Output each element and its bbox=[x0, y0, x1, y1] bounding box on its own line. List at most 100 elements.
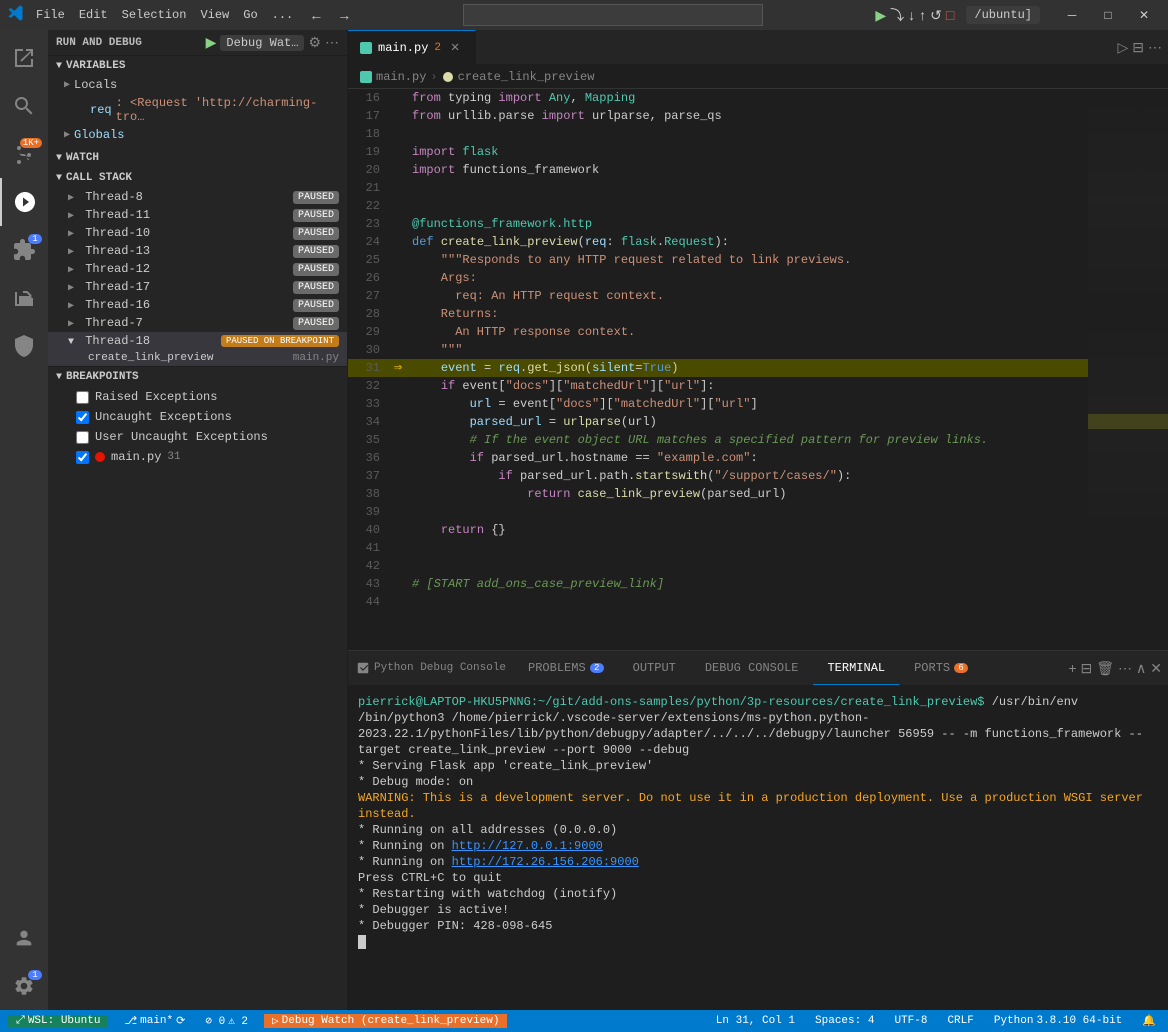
debug-stop-button[interactable]: □ bbox=[946, 7, 954, 23]
trash-terminal-button[interactable]: 🗑 bbox=[1096, 660, 1114, 677]
close-button[interactable]: ✕ bbox=[1128, 4, 1160, 26]
thread-thread-13[interactable]: ▶ Thread-13PAUSED bbox=[48, 242, 347, 260]
more-actions-button[interactable]: ⋯ bbox=[1148, 39, 1162, 56]
debug-step-into-button[interactable]: ↓ bbox=[908, 7, 915, 23]
maximize-button[interactable]: □ bbox=[1092, 4, 1124, 26]
split-editor-button[interactable]: ⊟ bbox=[1132, 39, 1144, 56]
minimize-button[interactable]: ─ bbox=[1056, 4, 1088, 26]
breakpoints-header[interactable]: ▼ BREAKPOINTS bbox=[48, 367, 347, 387]
bp-raised-checkbox[interactable] bbox=[76, 391, 89, 404]
activity-testing[interactable] bbox=[0, 274, 48, 322]
status-encoding[interactable]: UTF-8 bbox=[890, 1015, 931, 1027]
panel-tabs: Python Debug Console PROBLEMS 2 OUTPUT D… bbox=[348, 651, 1168, 686]
status-bar: ⤢ WSL: Ubuntu ⎇ main* ⟳ ⊘ 0 ⚠ 2 ▷ Debug … bbox=[0, 1010, 1168, 1032]
bp-uncaught-checkbox[interactable] bbox=[76, 411, 89, 424]
menu-selection[interactable]: Selection bbox=[122, 8, 187, 22]
title-bar: File Edit Selection View Go ... ← → ▶ ⤵ … bbox=[0, 0, 1168, 30]
stack-frame-active[interactable]: create_link_preview main.py bbox=[48, 350, 347, 366]
thread-thread-7[interactable]: ▶ Thread-7PAUSED bbox=[48, 314, 347, 332]
thread-thread-10[interactable]: ▶ Thread-10PAUSED bbox=[48, 224, 347, 242]
code-line-30: 30 """ bbox=[348, 341, 1088, 359]
code-line-16: 16from typing import Any, Mapping bbox=[348, 89, 1088, 107]
thread-18[interactable]: ▼ Thread-18 PAUSED ON BREAKPOINT bbox=[48, 332, 347, 350]
locals-header[interactable]: ▶ Locals bbox=[48, 76, 347, 94]
status-wsl[interactable]: ⤢ WSL: Ubuntu bbox=[8, 1015, 108, 1027]
split-terminal-button[interactable]: ⊟ bbox=[1081, 660, 1093, 677]
terminal-content[interactable]: pierrick@LAPTOP-HKU5PNNG:~/git/add-ons-s… bbox=[348, 686, 1168, 1010]
status-branch[interactable]: ⎇ main* ⟳ bbox=[120, 1014, 189, 1028]
bp-uncaught-exceptions[interactable]: Uncaught Exceptions bbox=[48, 407, 347, 427]
status-bell[interactable]: 🔔 bbox=[1138, 1014, 1160, 1028]
panel-tab-output[interactable]: OUTPUT bbox=[619, 651, 691, 685]
thread-thread-17[interactable]: ▶ Thread-17PAUSED bbox=[48, 278, 347, 296]
more-terminal-button[interactable]: ⋯ bbox=[1118, 660, 1132, 677]
thread-thread-12[interactable]: ▶ Thread-12PAUSED bbox=[48, 260, 347, 278]
term-line-8: * Restarting with watchdog (inotify) bbox=[358, 886, 1158, 902]
call-stack-header[interactable]: ▼ CALL STACK bbox=[48, 168, 347, 188]
run-tab-button[interactable]: ▷ bbox=[1117, 39, 1128, 56]
status-line-col[interactable]: Ln 31, Col 1 bbox=[712, 1015, 799, 1027]
activity-accounts[interactable] bbox=[0, 914, 48, 962]
terminal-label: Python Debug Console bbox=[348, 651, 514, 685]
activity-remote[interactable] bbox=[0, 322, 48, 370]
status-debug[interactable]: ▷ Debug Watch (create_link_preview) bbox=[264, 1014, 507, 1028]
nav-back-button[interactable]: ← bbox=[305, 5, 327, 25]
code-line-29: 29 An HTTP response context. bbox=[348, 323, 1088, 341]
menu-go[interactable]: Go bbox=[243, 8, 257, 22]
breadcrumb-file[interactable]: main.py bbox=[376, 70, 426, 84]
maximize-panel-button[interactable]: ∧ bbox=[1136, 660, 1146, 677]
code-line-36: 36 if parsed_url.hostname == "example.co… bbox=[348, 449, 1088, 467]
command-search[interactable] bbox=[463, 4, 763, 26]
panel-tab-debug-console[interactable]: DEBUG CONSOLE bbox=[691, 651, 814, 685]
panel-tab-terminal[interactable]: TERMINAL bbox=[813, 651, 900, 685]
activity-search[interactable] bbox=[0, 82, 48, 130]
activity-explorer[interactable] bbox=[0, 34, 48, 82]
term-cursor-line bbox=[358, 934, 1158, 950]
activity-extensions[interactable]: 1 bbox=[0, 226, 48, 274]
panel-tab-ports[interactable]: PORTS 6 bbox=[900, 651, 983, 685]
thread-thread-11[interactable]: ▶ Thread-11PAUSED bbox=[48, 206, 347, 224]
debug-config-label[interactable]: Debug Wat… bbox=[220, 35, 304, 51]
watch-header[interactable]: ▼ WATCH bbox=[48, 148, 347, 168]
editor-area: main.py 2 ✕ ▷ ⊟ ⋯ main.py › create_link_… bbox=[348, 30, 1168, 1010]
debug-gear-button[interactable]: ⚙ bbox=[308, 34, 321, 51]
debug-play-button[interactable]: ▶ bbox=[206, 34, 217, 51]
bp-main-py[interactable]: main.py 31 bbox=[48, 447, 347, 467]
panel-tab-problems[interactable]: PROBLEMS 2 bbox=[514, 651, 619, 685]
tab-main-py[interactable]: main.py 2 ✕ bbox=[348, 30, 476, 64]
var-req[interactable]: ▶ req : <Request 'http://charming-tro… bbox=[48, 94, 347, 126]
debug-more-button[interactable]: ⋯ bbox=[325, 34, 339, 51]
menu-edit[interactable]: Edit bbox=[79, 8, 108, 22]
tab-close-button[interactable]: ✕ bbox=[447, 39, 463, 56]
term-line-10: * Debugger PIN: 428-098-645 bbox=[358, 918, 1158, 934]
add-terminal-button[interactable]: + bbox=[1068, 660, 1076, 676]
debug-step-out-button[interactable]: ↑ bbox=[919, 7, 926, 23]
code-line-34: 34 parsed_url = urlparse(url) bbox=[348, 413, 1088, 431]
debug-step-over-button[interactable]: ⤵ bbox=[890, 5, 904, 25]
variables-header[interactable]: ▼ VARIABLES bbox=[48, 56, 347, 76]
activity-source-control[interactable]: 1K+ bbox=[0, 130, 48, 178]
menu-view[interactable]: View bbox=[200, 8, 229, 22]
debug-continue-button[interactable]: ▶ bbox=[875, 7, 886, 24]
breadcrumb-function[interactable]: create_link_preview bbox=[458, 70, 595, 84]
nav-forward-button[interactable]: → bbox=[333, 5, 355, 25]
close-panel-button[interactable]: ✕ bbox=[1150, 660, 1162, 677]
debug-restart-button[interactable]: ↺ bbox=[930, 7, 942, 24]
activity-run-debug[interactable] bbox=[0, 178, 48, 226]
bp-main-checkbox[interactable] bbox=[76, 451, 89, 464]
globals-header[interactable]: ▶ Globals bbox=[48, 126, 347, 144]
thread-thread-16[interactable]: ▶ Thread-16PAUSED bbox=[48, 296, 347, 314]
menu-file[interactable]: File bbox=[36, 8, 65, 22]
status-spaces[interactable]: Spaces: 4 bbox=[811, 1015, 878, 1027]
status-python[interactable]: Python 3.8.10 64-bit bbox=[990, 1015, 1126, 1027]
bp-raised-exceptions[interactable]: Raised Exceptions bbox=[48, 387, 347, 407]
code-editor: 16from typing import Any, Mapping17from … bbox=[348, 89, 1088, 650]
menu-more[interactable]: ... bbox=[272, 8, 294, 22]
status-eol[interactable]: CRLF bbox=[943, 1015, 977, 1027]
breadcrumb: main.py › create_link_preview bbox=[348, 65, 1168, 89]
status-errors[interactable]: ⊘ 0 ⚠ 2 bbox=[201, 1014, 252, 1028]
activity-settings[interactable]: 1 bbox=[0, 962, 48, 1010]
thread-thread-8[interactable]: ▶ Thread-8PAUSED bbox=[48, 188, 347, 206]
bp-user-uncaught-checkbox[interactable] bbox=[76, 431, 89, 444]
bp-user-uncaught-exceptions[interactable]: User Uncaught Exceptions bbox=[48, 427, 347, 447]
